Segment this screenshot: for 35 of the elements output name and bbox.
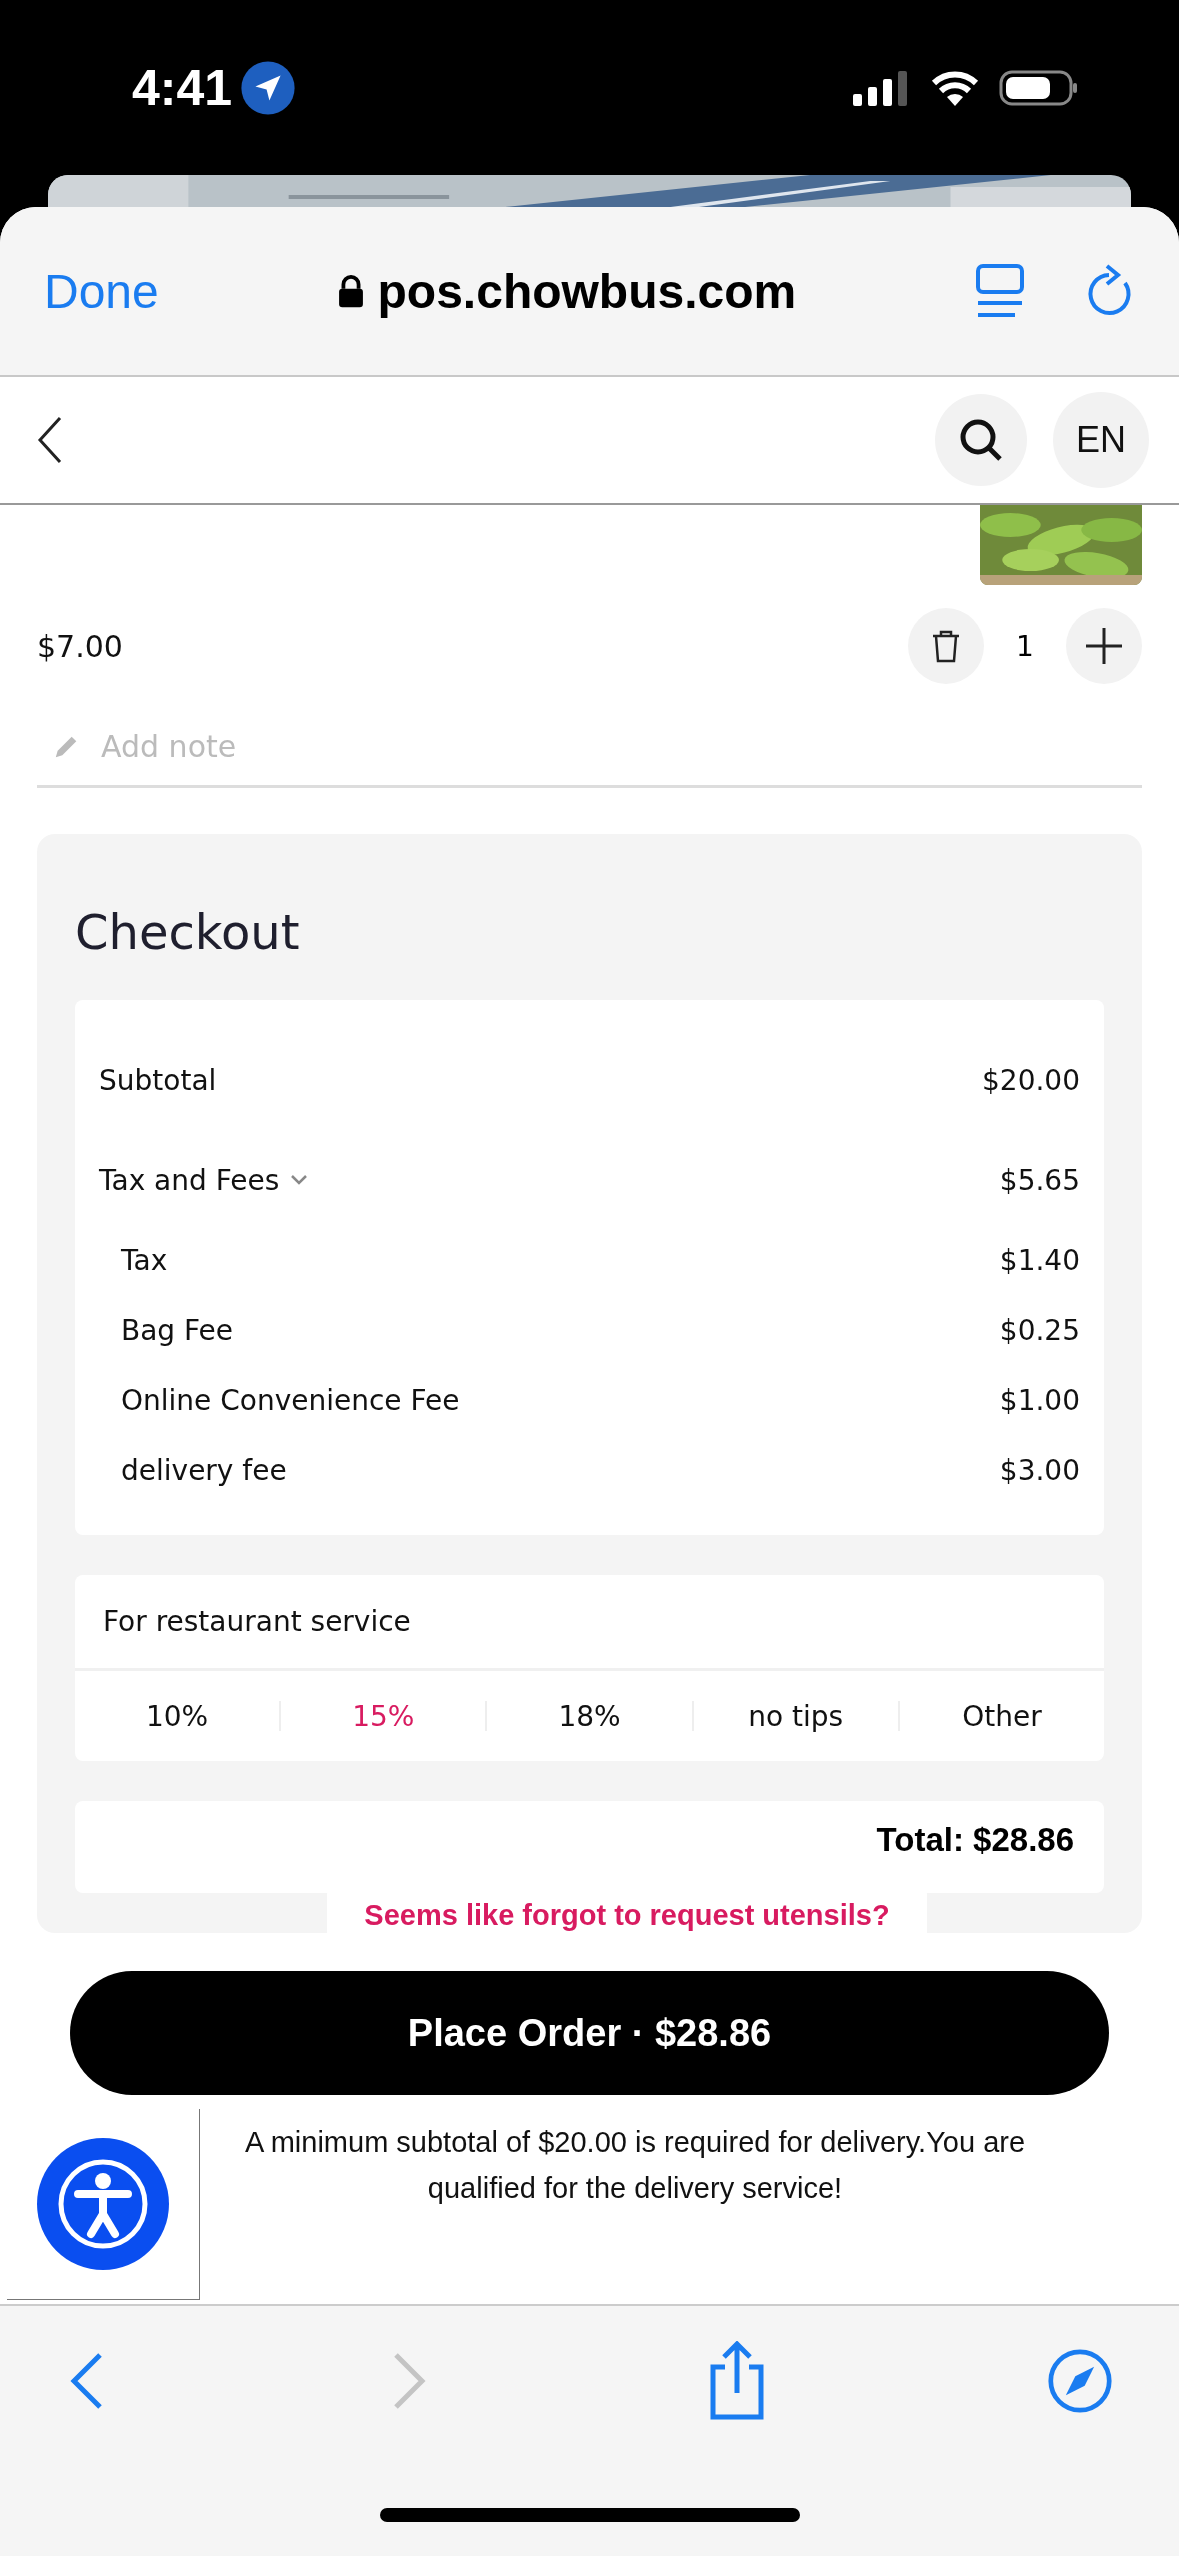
delivery-note: A minimum subtotal of $20.00 is required for delivery.You are qualified for the delivery service! [243,2125,1027,2206]
lock-icon [337,274,364,308]
row-label[interactable]: Tax and Fees [99,1163,280,1197]
row-label: Subtotal [99,1063,217,1097]
tip-option[interactable]: no tips [693,1698,898,1734]
fee-label: Online Convenience Fee [121,1383,460,1417]
note-field[interactable]: Add note [99,727,1142,765]
row-amount: $20.00 [982,1063,1080,1097]
fee-amount: $0.25 [999,1313,1080,1347]
place-order-button[interactable]: Place Order · $28.86 [70,1971,1109,2095]
tip-option[interactable]: 18% [487,1698,692,1734]
url-text[interactable]: pos.chowbus.com [377,263,797,319]
language-button[interactable]: EN [1053,392,1149,488]
total-amount: Total: $28.86 [876,1821,1074,1859]
tip-label: For restaurant service [75,1575,1104,1671]
compass-icon[interactable] [1046,2348,1113,2414]
plus-icon [1084,626,1124,666]
fee-label: Tax [121,1243,168,1277]
fee-amount: $1.00 [999,1383,1080,1417]
tip-option[interactable]: 15% [281,1698,486,1734]
tip-option[interactable]: Other [899,1698,1104,1734]
fee-amount: $3.00 [999,1453,1080,1487]
fee-amount: $1.40 [999,1243,1080,1277]
reader-icon[interactable] [975,263,1025,319]
checkout-title: Checkout [75,904,301,960]
status-time: 4:41 [132,58,233,117]
trash-icon [931,629,961,663]
fee-label: delivery fee [121,1453,287,1487]
fee-label: Bag Fee [121,1313,234,1347]
done-button[interactable]: Done [44,263,159,319]
row-amount: $5.65 [999,1163,1080,1197]
tip-option[interactable]: 10% [75,1698,280,1734]
item-price: $7.00 [37,628,123,664]
search-icon [959,418,1003,462]
quantity: 1 [1015,629,1035,663]
